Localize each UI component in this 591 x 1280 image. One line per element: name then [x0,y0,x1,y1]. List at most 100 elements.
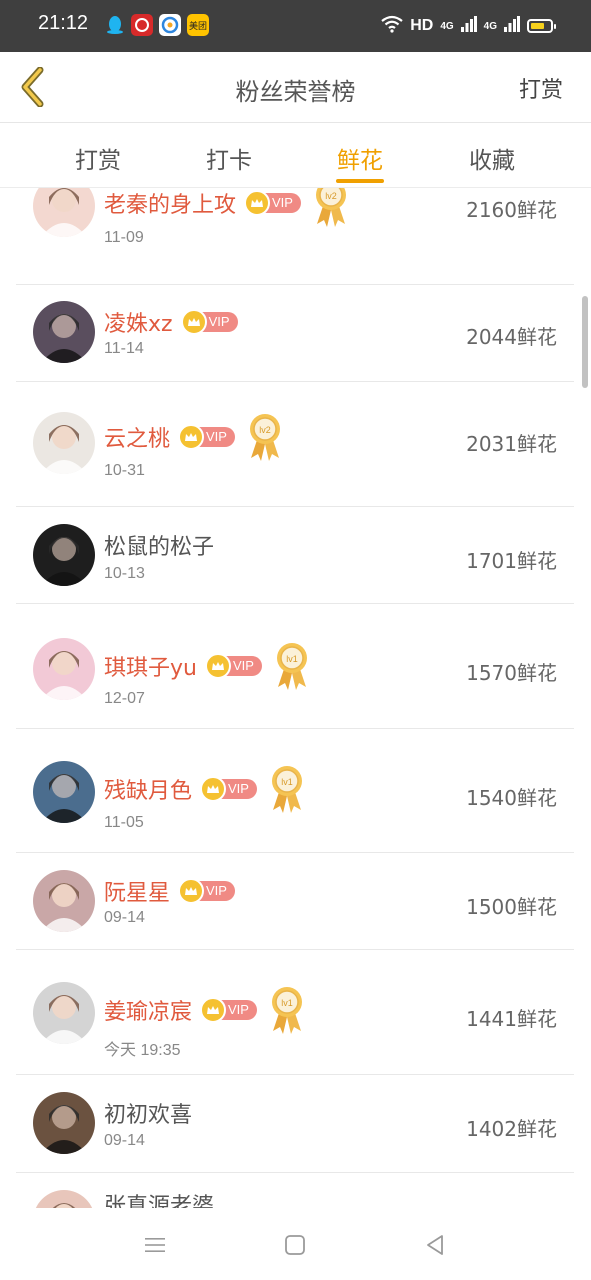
reward-action-button[interactable]: 打赏 [519,72,563,104]
name-line: 阮星星 VIP [104,875,235,907]
vip-badge: VIP [180,309,238,335]
tab-label: 鲜花 [337,148,383,174]
user-name[interactable]: 残缺月色 [104,773,192,805]
flower-count: 1570鲜花 [466,661,557,685]
user-name[interactable]: 老秦的身上攻 [104,188,236,219]
home-square-icon[interactable] [280,1230,310,1260]
status-time: 21:12 [38,12,89,34]
date-label: 今天 19:35 [104,1042,181,1059]
date-label: 11-09 [104,229,144,246]
vip-label: VIP [272,195,293,210]
name-line: 琪琪子yu VIP lv1 [104,641,310,691]
date-label: 09-14 [104,1132,145,1149]
flower-count: 2031鲜花 [466,432,557,456]
tab-label: 收藏 [469,148,515,174]
date-label: 11-14 [104,340,144,357]
flower-count: 2160鲜花 [466,198,557,222]
menu-icon[interactable] [140,1230,170,1260]
vip-badge: VIP [178,878,235,904]
user-name[interactable]: 凌姝xz [104,306,173,338]
active-tab-indicator [336,179,384,183]
list-item[interactable]: 初初欢喜 09-14 1402鲜花 [16,1075,574,1173]
fan-ranking-list[interactable]: 老秦的身上攻 VIP lv2 11-09 2160鲜花 凌姝xz VIP 11-14 2044鲜… [0,188,591,1208]
user-name[interactable]: 张真源老婆 [104,1188,214,1208]
flower-count: 1701鲜花 [466,549,557,573]
avatar[interactable] [33,1190,95,1208]
svg-text:lv1: lv1 [281,998,293,1008]
avatar[interactable] [33,870,95,932]
avatar[interactable] [33,301,95,363]
name-line: 初初欢喜 [104,1097,192,1129]
user-name[interactable]: 姜瑜凉宸 [104,994,192,1026]
vip-label: VIP [206,883,227,898]
level-medal-icon: lv1 [274,641,310,691]
list-item[interactable]: 凌姝xz VIP 11-14 2044鲜花 [16,285,574,382]
vip-label: VIP [206,429,227,444]
flower-count: 1402鲜花 [466,1117,557,1141]
list-item[interactable]: 琪琪子yu VIP lv1 12-07 1570鲜花 [16,604,574,729]
crown-icon [200,997,227,1023]
list-item[interactable]: 残缺月色 VIP lv1 11-05 1540鲜花 [16,729,574,853]
avatar[interactable] [33,1092,95,1154]
tab-reward[interactable]: 打赏 [48,141,148,175]
vip-label: VIP [208,314,230,329]
tab-favorites[interactable]: 收藏 [442,141,542,175]
level-medal-icon: lv2 [313,188,349,228]
name-line: 张真源老婆 [104,1188,214,1208]
tab-checkin[interactable]: 打卡 [179,141,279,175]
vip-badge: VIP [200,997,257,1023]
level-medal-icon: lv2 [247,412,283,462]
user-name[interactable]: 松鼠的松子 [104,529,214,561]
user-name[interactable]: 初初欢喜 [104,1097,192,1129]
tab-bar: 打赏 打卡 鲜花 收藏 [0,123,591,188]
list-item[interactable]: 姜瑜凉宸 VIP lv1 今天 19:35 1441鲜花 [16,950,574,1075]
svg-text:lv1: lv1 [281,777,293,787]
tab-label: 打卡 [206,148,252,174]
vip-badge: VIP [244,190,301,216]
list-item[interactable]: 老秦的身上攻 VIP lv2 11-09 2160鲜花 [16,188,574,285]
tab-label: 打赏 [75,148,121,174]
name-line: 凌姝xz VIP [104,306,238,338]
vip-label: VIP [228,781,249,796]
date-label: 09-14 [104,909,145,926]
list-item[interactable]: 张真源老婆 [16,1173,574,1208]
page-title: 粉丝荣誉榜 [235,78,356,106]
vip-label: VIP [228,1002,249,1017]
list-item[interactable]: 阮星星 VIP 09-14 1500鲜花 [16,853,574,950]
level-medal-icon: lv1 [269,764,305,814]
user-name[interactable]: 云之桃 [104,421,170,453]
tab-flowers[interactable]: 鲜花 [310,141,410,183]
vip-badge: VIP [204,653,262,679]
list-item[interactable]: 云之桃 VIP lv2 10-31 2031鲜花 [16,382,574,507]
user-name[interactable]: 阮星星 [104,875,170,907]
browser-icon [159,14,181,36]
vip-badge: VIP [200,776,257,802]
svg-text:lv2: lv2 [259,425,271,435]
avatar[interactable] [33,982,95,1044]
avatar[interactable] [33,188,95,237]
user-name[interactable]: 琪琪子yu [104,650,197,682]
svg-text:lv1: lv1 [286,654,298,664]
signal-icon-1 [460,16,477,36]
name-line: 老秦的身上攻 VIP lv2 [104,188,349,228]
date-label: 10-31 [104,462,145,479]
list-item[interactable]: 松鼠的松子 10-13 1701鲜花 [16,507,574,604]
avatar[interactable] [33,412,95,474]
signal-icon-2 [504,16,520,36]
vip-badge: VIP [178,424,235,450]
name-line: 云之桃 VIP lv2 [104,412,283,462]
avatar[interactable] [33,761,95,823]
app-red-icon [131,14,153,36]
system-nav-bar [0,1208,591,1280]
date-label: 11-05 [104,814,144,831]
scrollbar-thumb[interactable] [582,296,588,388]
back-triangle-icon[interactable] [420,1230,450,1260]
wifi-icon [381,15,403,37]
avatar[interactable] [33,524,95,586]
flower-count: 1500鲜花 [466,895,557,919]
crown-icon [178,424,205,450]
network-label-2: 4G [483,20,497,32]
avatar[interactable] [33,638,95,700]
battery-icon [527,19,556,33]
crown-icon [204,653,231,679]
